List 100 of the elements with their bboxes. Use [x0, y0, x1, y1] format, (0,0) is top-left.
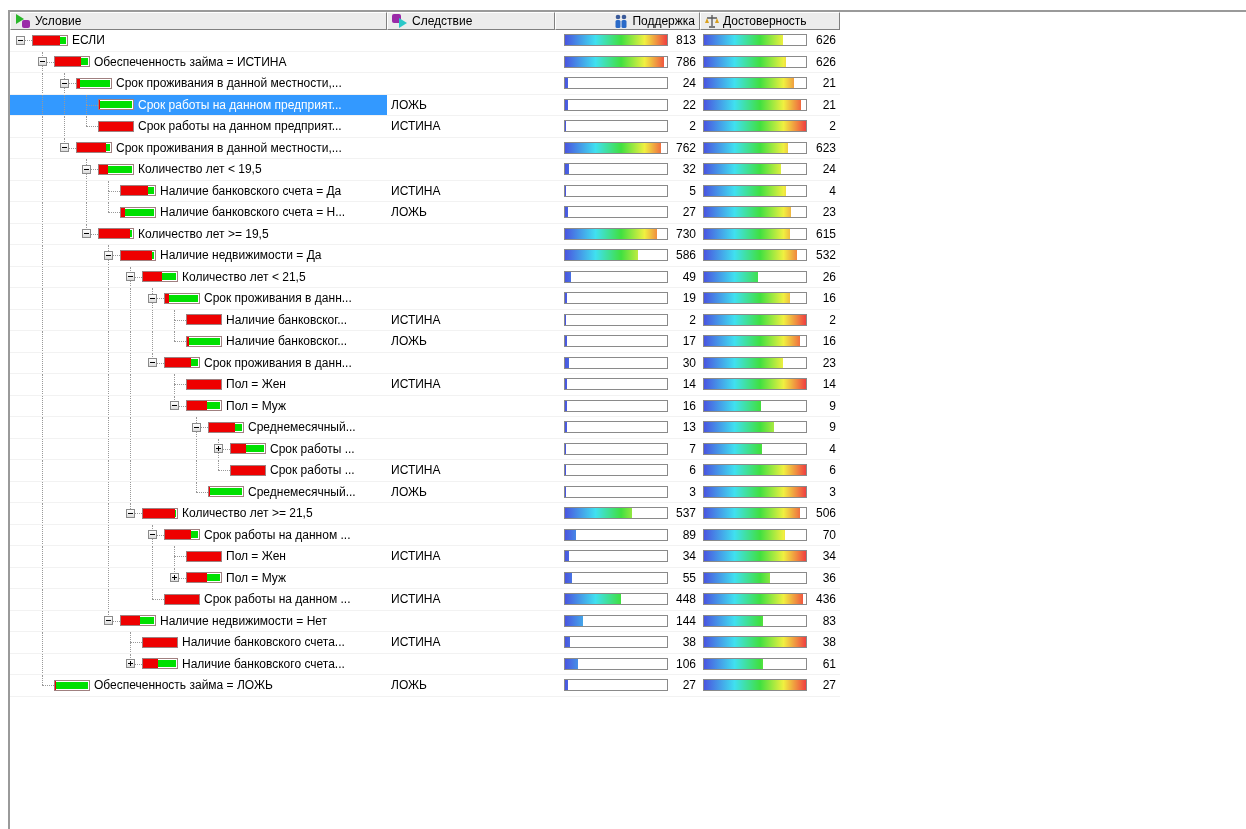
result-text: ЛОЖЬ	[391, 334, 427, 349]
tree-item[interactable]: Срок работы на данном ...	[10, 589, 387, 610]
tree-item[interactable]: Срок проживания в данной местности,...	[10, 73, 387, 94]
condition-text: Срок работы на данном ...	[204, 527, 352, 542]
tree-item[interactable]: Обеспеченность займа = ЛОЖЬ	[10, 675, 387, 696]
tree-item[interactable]: Срок работы на данном предприят...	[10, 116, 387, 137]
support-value: 27	[681, 678, 697, 693]
confidence-value: 83	[821, 613, 837, 628]
confidence-value: 34	[821, 549, 837, 564]
tree-item[interactable]: Наличие недвижимости = Да	[10, 245, 387, 266]
consequence-icon	[392, 14, 408, 28]
tree-item[interactable]: Количество лет >= 21,5	[10, 503, 387, 524]
expand-toggle[interactable]	[214, 444, 223, 454]
expand-toggle[interactable]	[82, 164, 91, 174]
ratio-bar	[142, 507, 178, 519]
ratio-bar	[164, 292, 200, 304]
column-header[interactable]: Условие	[10, 12, 387, 30]
support-value: 14	[681, 377, 697, 392]
confidence-value: 3	[828, 484, 837, 499]
tree-item[interactable]: Срок проживания в данн...	[10, 352, 387, 373]
tree-item[interactable]: ЕСЛИ	[10, 30, 387, 51]
condition-text: Срок работы на данном предприят...	[138, 97, 343, 112]
ratio-bar	[164, 357, 200, 369]
expand-toggle[interactable]	[104, 250, 113, 260]
expand-toggle[interactable]	[148, 358, 157, 368]
tree-item[interactable]: Срок работы на данном ...	[10, 524, 387, 545]
expand-toggle[interactable]	[82, 229, 91, 239]
result-text: ИСТИНА	[391, 119, 441, 134]
expand-toggle[interactable]	[104, 616, 113, 626]
condition-text: Наличие недвижимости = Да	[160, 248, 323, 263]
ratio-bar	[120, 185, 156, 197]
support-value: 7	[688, 441, 697, 456]
expand-toggle[interactable]	[126, 508, 135, 518]
condition-text: Наличие банковского счета...	[182, 656, 346, 671]
tree-item[interactable]: Наличие банковского счета...	[10, 632, 387, 653]
expand-toggle[interactable]	[148, 293, 157, 303]
condition-text: Срок проживания в данной местности,...	[116, 140, 343, 155]
condition-text: Количество лет >= 19,5	[138, 226, 270, 241]
tree-item[interactable]: Среднемесячный...	[10, 417, 387, 438]
ratio-bar	[208, 421, 244, 433]
expand-toggle[interactable]	[148, 530, 157, 540]
ratio-bar	[98, 120, 134, 132]
tree-item[interactable]: Обеспеченность займа = ИСТИНА	[10, 51, 387, 72]
confidence-value: 23	[821, 355, 837, 370]
expand-toggle[interactable]	[60, 143, 69, 153]
column-header[interactable]: Поддержка	[555, 12, 700, 30]
condition-text: Количество лет < 21,5	[182, 269, 307, 284]
condition-text: Количество лет >= 21,5	[182, 506, 314, 521]
tree-item[interactable]: Количество лет >= 19,5	[10, 223, 387, 244]
support-value: 448	[674, 592, 697, 607]
support-value: 106	[674, 656, 697, 671]
tree-item[interactable]: Пол = Муж	[10, 395, 387, 416]
tree-item[interactable]: Пол = Муж	[10, 567, 387, 588]
tree-item[interactable]: Срок работы ...	[10, 460, 387, 481]
expand-toggle[interactable]	[170, 401, 179, 411]
tree-item[interactable]: Срок проживания в данной местности,...	[10, 137, 387, 158]
ratio-bar	[230, 443, 266, 455]
expand-toggle[interactable]	[16, 35, 25, 45]
tree-item[interactable]: Среднемесячный...	[10, 481, 387, 502]
column-header[interactable]: Следствие	[387, 12, 555, 30]
tree-item[interactable]: Количество лет < 19,5	[10, 159, 387, 180]
condition-text: Среднемесячный...	[248, 484, 357, 499]
tree-item[interactable]: Срок работы ...	[10, 438, 387, 459]
tree-item[interactable]: Наличие недвижимости = Нет	[10, 610, 387, 631]
tree-item[interactable]: Срок проживания в данн...	[10, 288, 387, 309]
result-text: ИСТИНА	[391, 183, 441, 198]
condition-text: Пол = Жен	[226, 549, 287, 564]
expand-toggle[interactable]	[170, 573, 179, 583]
confidence-value: 506	[814, 506, 837, 521]
confidence-value: 27	[821, 678, 837, 693]
tree-item[interactable]: Наличие банковског...	[10, 309, 387, 330]
tree-item[interactable]: Наличие банковского счета...	[10, 653, 387, 674]
tree-item[interactable]: Пол = Жен	[10, 374, 387, 395]
support-value: 27	[681, 205, 697, 220]
expand-toggle[interactable]	[126, 659, 135, 669]
tree-item[interactable]: Наличие банковского счета = Да	[10, 180, 387, 201]
tree-item[interactable]: Наличие банковского счета = Н...	[10, 202, 387, 223]
confidence-value: 61	[821, 656, 837, 671]
confidence-value: 24	[821, 162, 837, 177]
expand-toggle[interactable]	[192, 422, 201, 432]
confidence-value: 21	[821, 76, 837, 91]
ratio-bar	[186, 314, 222, 326]
ratio-bar	[76, 142, 112, 154]
ratio-bar	[98, 99, 134, 111]
support-value: 16	[681, 398, 697, 413]
tree-item[interactable]: Пол = Жен	[10, 546, 387, 567]
confidence-value: 9	[828, 420, 837, 435]
support-value: 30	[681, 355, 697, 370]
tree-item[interactable]: Количество лет < 21,5	[10, 266, 387, 287]
support-value: 38	[681, 635, 697, 650]
support-value: 586	[674, 248, 697, 263]
ratio-bar	[186, 550, 222, 562]
column-header[interactable]: Достоверность	[700, 12, 840, 30]
result-text: ИСТИНА	[391, 592, 441, 607]
expand-toggle[interactable]	[126, 272, 135, 282]
expand-toggle[interactable]	[60, 78, 69, 88]
ratio-bar	[186, 335, 222, 347]
expand-toggle[interactable]	[38, 57, 47, 67]
tree-item[interactable]: Наличие банковског...	[10, 331, 387, 352]
scales-icon	[705, 14, 719, 28]
